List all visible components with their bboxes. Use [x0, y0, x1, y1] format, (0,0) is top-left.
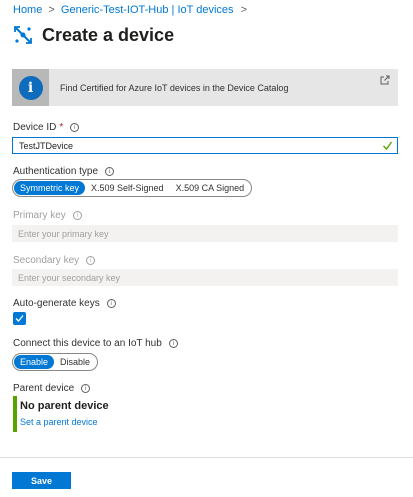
info-icon[interactable]: i	[81, 384, 91, 393]
checkmark-icon	[15, 315, 24, 322]
info-icon[interactable]: i	[72, 211, 82, 220]
connect-hub-toggle: Enable Disable	[12, 353, 99, 371]
footer-divider	[0, 457, 413, 458]
auth-type-selector: Symmetric key X.509 Self-Signed X.509 CA…	[12, 179, 253, 197]
save-button[interactable]: Save	[12, 472, 71, 489]
device-catalog-banner[interactable]: i Find Certified for Azure IoT devices i…	[12, 69, 398, 106]
info-icon[interactable]: i	[70, 123, 80, 132]
primary-key-placeholder: Enter your primary key	[18, 228, 109, 239]
info-icon[interactable]: i	[86, 256, 96, 265]
primary-key-field[interactable]: Enter your primary key	[12, 225, 398, 242]
required-marker: *	[59, 122, 64, 133]
parent-device-label: Parent device i	[13, 383, 91, 394]
auth-option-x509-ca-signed[interactable]: X.509 CA Signed	[170, 181, 251, 195]
checkmark-icon	[383, 141, 393, 151]
info-icon: i	[18, 75, 43, 100]
info-icon[interactable]: i	[106, 299, 116, 308]
secondary-key-field[interactable]: Enter your secondary key	[12, 269, 398, 286]
iot-device-icon	[14, 26, 32, 44]
auth-type-label: Authentication type i	[13, 166, 115, 177]
auth-option-x509-self-signed[interactable]: X.509 Self-Signed	[85, 181, 170, 195]
device-id-field[interactable]: TestJTDevice	[12, 137, 398, 154]
info-icon[interactable]: i	[105, 167, 115, 176]
secondary-key-placeholder: Enter your secondary key	[18, 272, 121, 283]
connect-option-enable[interactable]: Enable	[14, 355, 55, 369]
auth-option-symmetric-key[interactable]: Symmetric key	[14, 181, 86, 195]
breadcrumb-home[interactable]: Home	[13, 4, 42, 16]
primary-key-label: Primary key i	[13, 210, 82, 221]
breadcrumb-iot-devices[interactable]: Generic-Test-IOT-Hub | IoT devices	[61, 4, 234, 16]
device-id-label: Device ID * i	[13, 122, 80, 133]
auto-generate-checkbox[interactable]	[13, 312, 26, 325]
connect-hub-label: Connect this device to an IoT hub i	[13, 338, 178, 349]
banner-icon-box: i	[12, 69, 49, 106]
info-icon[interactable]: i	[168, 339, 178, 348]
parent-device-value: No parent device	[20, 400, 109, 412]
parent-device-indicator	[13, 396, 17, 432]
banner-text: Find Certified for Azure IoT devices in …	[60, 82, 289, 93]
title-row: Create a device	[12, 24, 174, 46]
external-link-icon[interactable]	[380, 75, 390, 85]
set-parent-device-link[interactable]: Set a parent device	[20, 417, 98, 427]
breadcrumb-separator: >	[240, 4, 248, 16]
auto-generate-label: Auto-generate keys i	[13, 298, 116, 309]
breadcrumb: Home > Generic-Test-IOT-Hub | IoT device…	[13, 4, 247, 16]
secondary-key-label: Secondary key i	[13, 255, 96, 266]
breadcrumb-separator: >	[48, 4, 55, 16]
connect-option-disable[interactable]: Disable	[54, 355, 96, 369]
device-id-value: TestJTDevice	[19, 140, 74, 151]
page-title: Create a device	[42, 24, 175, 45]
